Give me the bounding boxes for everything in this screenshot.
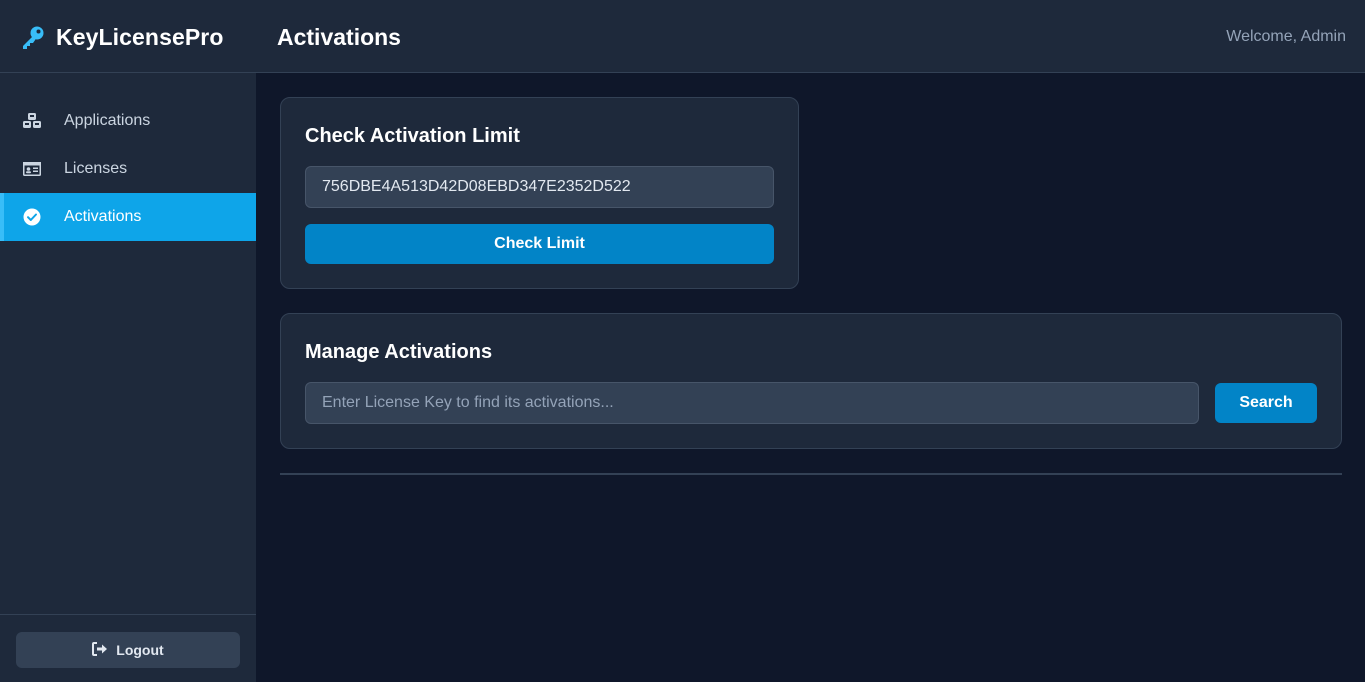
check-limit-button[interactable]: Check Limit [305, 224, 774, 264]
check-circle-icon [22, 207, 42, 227]
sidebar-item-label: Activations [64, 208, 142, 225]
sidebar-nav: Applications Licenses Activations [0, 97, 256, 241]
sidebar-item-label: Applications [64, 112, 151, 129]
top-header: KeyLicensePro Activations Welcome, Admin [0, 0, 1365, 73]
license-key-input[interactable]: 756DBE4A513D42D08EBD347E2352D522 [305, 166, 774, 208]
welcome-text: Welcome, Admin [1226, 28, 1346, 45]
sidebar-footer: Logout [0, 614, 256, 682]
manage-activations-card: Manage Activations Enter License Key to … [280, 313, 1342, 449]
id-card-icon [22, 159, 42, 179]
search-button[interactable]: Search [1215, 383, 1317, 423]
key-icon [20, 24, 46, 50]
manage-activations-title: Manage Activations [305, 341, 493, 363]
sidebar-item-activations[interactable]: Activations [0, 193, 256, 241]
sidebar: Applications Licenses Activations Logout [0, 73, 256, 682]
section-divider [280, 473, 1342, 475]
brand[interactable]: KeyLicensePro [20, 22, 224, 52]
check-limit-card: Check Activation Limit 756DBE4A513D42D08… [280, 97, 799, 289]
sidebar-item-applications[interactable]: Applications [0, 97, 256, 145]
sidebar-item-label: Licenses [64, 160, 128, 177]
logout-button[interactable]: Logout [16, 632, 240, 668]
page-title: Activations [277, 24, 401, 50]
logout-icon [92, 641, 108, 659]
sidebar-item-licenses[interactable]: Licenses [0, 145, 256, 193]
license-search-input[interactable]: Enter License Key to find its activation… [305, 382, 1199, 424]
logout-label: Logout [116, 642, 164, 658]
check-limit-title: Check Activation Limit [305, 125, 520, 147]
brand-name: KeyLicensePro [56, 23, 224, 50]
cubes-icon [22, 111, 42, 131]
